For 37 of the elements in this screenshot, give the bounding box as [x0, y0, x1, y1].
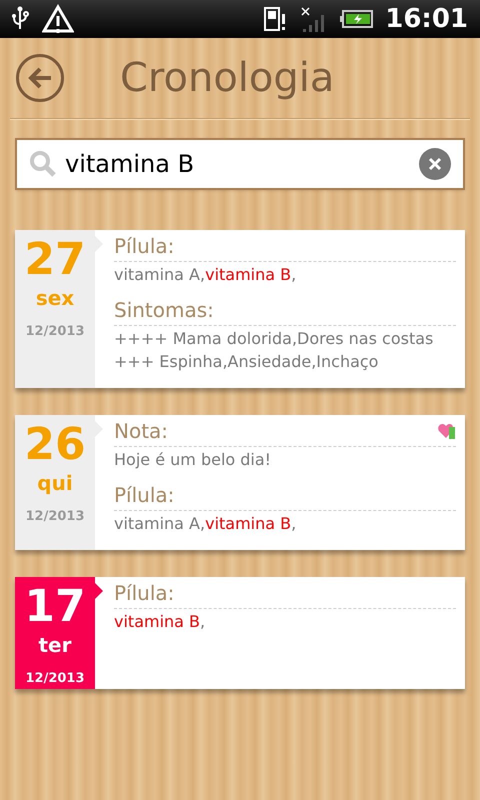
month-year: 12/2013	[25, 323, 85, 341]
close-icon	[428, 157, 442, 171]
section-label: Pílula:	[114, 482, 174, 509]
entry-text: Hoje é um belo dia!	[114, 449, 272, 470]
entry-text: ++++ Mama dolorida,Dores nas costas	[114, 328, 434, 349]
warning-icon	[42, 4, 74, 34]
search-icon	[29, 150, 57, 178]
weekday: qui	[37, 471, 73, 495]
entry-text: vitamina A,vitamina B,	[114, 264, 298, 285]
day-number: 26	[24, 419, 86, 471]
entry-text: vitamina A,vitamina B,	[114, 513, 298, 534]
weekday: sex	[36, 286, 74, 310]
section-label: Nota:	[114, 418, 168, 445]
section-label: Pílula:	[114, 580, 174, 607]
clock: 16:01	[385, 2, 468, 36]
section-label: Sintomas:	[114, 297, 214, 324]
entry-card[interactable]: 17 ter 12/2013 Pílula: vitamina B,	[15, 577, 465, 688]
search-input[interactable]: vitamina B	[65, 146, 411, 182]
battery-charging-icon	[339, 9, 374, 29]
back-button[interactable]	[16, 54, 64, 102]
day-number: 17	[24, 581, 86, 633]
entry-card[interactable]: 26 qui 12/2013 Nota: Hoje é um belo dia! Pílula: vitamina A,vitamina B,	[15, 415, 465, 550]
page-title: Cronologia	[120, 54, 334, 103]
month-year: 12/2013	[25, 670, 85, 688]
entry-card[interactable]: 27 sex 12/2013 Pílula: vitamina A,vitamina B, Sintomas: ++++ Mama dolorida,Dores nas costas +++ Espinha,Ansiedade,Inchaço	[15, 230, 465, 388]
weekday: ter	[38, 633, 72, 657]
search-bar[interactable]: vitamina B	[15, 138, 465, 190]
back-arrow-icon	[27, 66, 53, 90]
pointer-notch	[95, 583, 103, 599]
section-label: Pílula:	[114, 233, 174, 260]
sim-card-icon	[263, 6, 288, 32]
entry-text: vitamina B,	[114, 611, 206, 632]
month-year: 12/2013	[25, 508, 85, 526]
clear-button[interactable]	[419, 148, 451, 180]
day-number: 27	[24, 234, 86, 286]
usb-icon	[12, 6, 30, 32]
entry-text: +++ Espinha,Ansiedade,Inchaço	[114, 351, 380, 372]
